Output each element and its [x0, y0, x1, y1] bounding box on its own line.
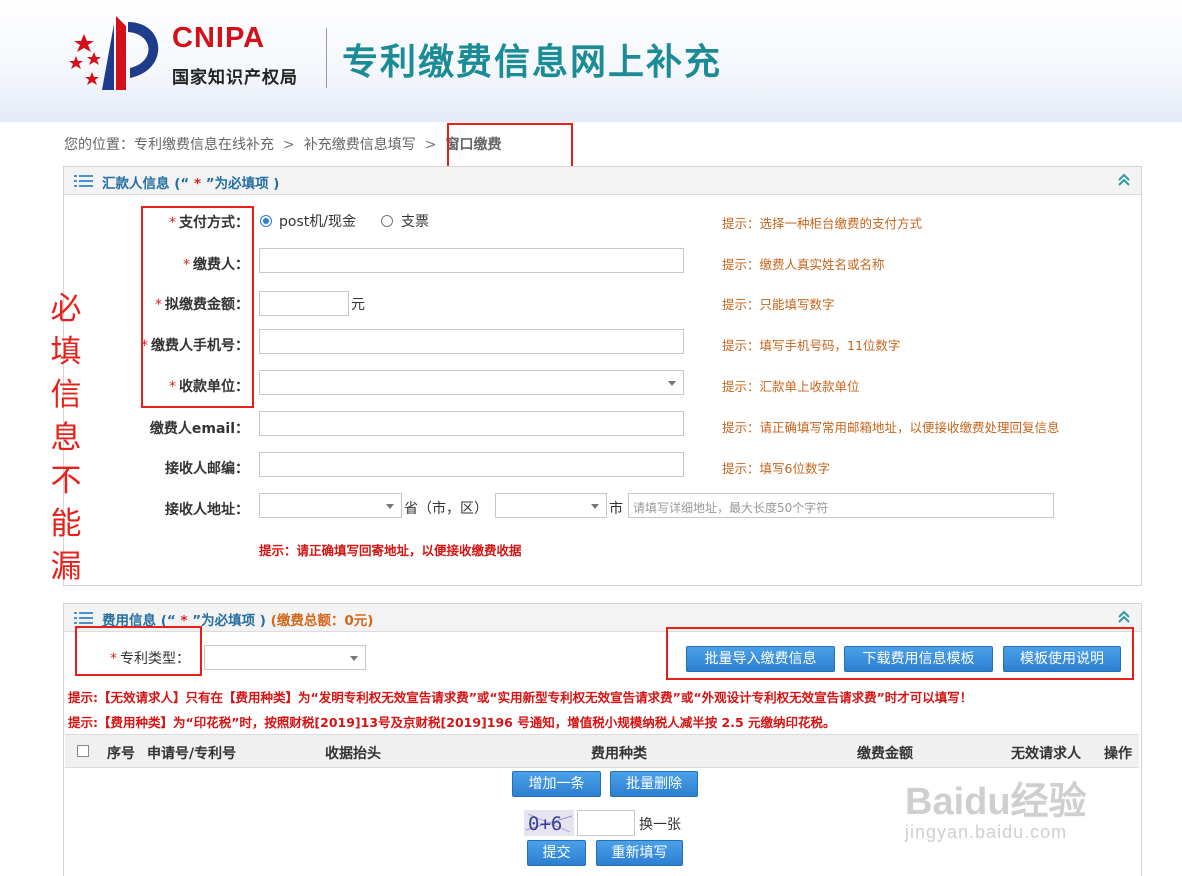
- remitter-panel-header: 汇款人信息 (“ * ”为必填项 ): [64, 167, 1141, 195]
- col-receipt-title: 收据抬头: [325, 746, 381, 762]
- site-header: CNIPA 国家知识产权局 专利缴费信息网上补充: [0, 0, 1182, 122]
- add-row-button[interactable]: 增加一条: [512, 771, 601, 797]
- captcha-text: 0+6: [528, 813, 562, 835]
- annotation-required-note: 必填信息不能漏: [50, 291, 82, 585]
- city-select[interactable]: [495, 493, 607, 518]
- header-divider: [326, 28, 327, 88]
- payment-method-hint: 提示：选择一种柜台缴费的支付方式: [722, 216, 923, 231]
- phone-hint: 提示：填写手机号码，11位数字: [722, 338, 901, 353]
- radio-post-cash-label[interactable]: post机/现金: [279, 211, 356, 231]
- watermark-brand: Baidu经验: [905, 781, 1087, 823]
- collapse-up-icon[interactable]: [1117, 610, 1131, 624]
- note-invalid-requester: 提示:【无效请求人】只有在【费用种类】为“发明专利权无效宣告请求费”或“实用新型…: [68, 690, 973, 705]
- col-index: 序号: [107, 746, 135, 762]
- list-icon: [74, 612, 93, 624]
- annotation-box-required-fields: [141, 206, 254, 408]
- receiver-unit-select[interactable]: [259, 370, 684, 395]
- zip-hint: 提示：填写6位数字: [722, 461, 830, 476]
- province-select[interactable]: [259, 493, 402, 518]
- captcha-input[interactable]: [577, 810, 635, 836]
- fee-total: (缴费总额：0元): [270, 613, 374, 629]
- breadcrumb-separator: >: [283, 137, 295, 153]
- zip-label: 接收人邮编：: [165, 461, 249, 477]
- fee-table-header: 序号 申请号/专利号 收据抬头 费用种类 缴费金额 无效请求人 操作: [65, 734, 1139, 768]
- radio-post-cash[interactable]: [260, 215, 272, 227]
- address-note: 提示：请正确填写回寄地址，以便接收缴费收据: [259, 543, 522, 558]
- patent-type-select[interactable]: [204, 645, 366, 670]
- col-app-number: 申请号/专利号: [147, 746, 237, 762]
- annotation-box-breadcrumb: [447, 123, 573, 169]
- radio-check[interactable]: [381, 215, 393, 227]
- collapse-up-icon[interactable]: [1117, 173, 1131, 187]
- breadcrumb-item-fill-info[interactable]: 补充缴费信息填写: [304, 137, 416, 153]
- province-suffix: 省（市，区）: [404, 501, 488, 517]
- site-title: 专利缴费信息网上补充: [342, 42, 723, 83]
- address-detail-input[interactable]: 请填写详细地址，最大长度50个字符: [628, 493, 1054, 518]
- email-input[interactable]: [259, 411, 684, 436]
- note-stamp-duty: 提示:【费用种类】为“印花税”时，按照财税[2019]13号及京财税[2019]…: [68, 715, 836, 730]
- receiver-unit-hint: 提示：汇款单上收款单位: [722, 379, 860, 394]
- submit-button[interactable]: 提交: [527, 840, 586, 866]
- amount-unit: 元: [351, 297, 365, 313]
- chevron-down-icon: [668, 381, 676, 386]
- chevron-down-icon: [591, 504, 599, 509]
- breadcrumb-separator: >: [424, 137, 437, 153]
- reset-button[interactable]: 重新填写: [596, 840, 683, 866]
- brand-subtitle: 国家知识产权局: [172, 68, 298, 88]
- list-icon: [74, 175, 93, 187]
- amount-hint: 提示：只能填写数字: [722, 297, 835, 312]
- watermark-url: jingyan.baidu.com: [905, 822, 1068, 842]
- col-invalid-requester: 无效请求人: [1011, 746, 1081, 762]
- annotation-box-buttons: [666, 627, 1134, 680]
- payer-input[interactable]: [259, 248, 684, 273]
- city-suffix: 市: [609, 501, 623, 517]
- col-fee-type: 费用种类: [591, 746, 647, 762]
- brand-name: CNIPA: [172, 22, 266, 54]
- breadcrumb-item-online-supplement[interactable]: 专利缴费信息在线补充: [134, 137, 274, 153]
- captcha-image: 0+6: [524, 810, 574, 836]
- zip-input[interactable]: [259, 452, 684, 477]
- cnipa-logo-icon: [69, 16, 159, 90]
- radio-check-label[interactable]: 支票: [401, 211, 429, 231]
- payer-hint: 提示：缴费人真实姓名或名称: [722, 257, 885, 272]
- email-label: 缴费人email：: [149, 421, 249, 437]
- amount-input[interactable]: [259, 291, 349, 316]
- captcha-noise-icon: 0+6: [525, 813, 573, 835]
- email-hint: 提示：请正确填写常用邮箱地址，以便接收缴费处理回复信息: [722, 420, 1060, 435]
- remitter-panel-title: 汇款人信息 (“ * ”为必填项 ): [102, 176, 280, 192]
- batch-delete-button[interactable]: 批量删除: [610, 771, 698, 797]
- chevron-down-icon: [350, 656, 358, 661]
- select-all-checkbox[interactable]: [77, 745, 89, 757]
- watermark: Baidu经验 jingyan.baidu.com: [905, 770, 1145, 850]
- breadcrumb-prefix: 您的位置：: [64, 137, 134, 153]
- captcha-refresh-link[interactable]: 换一张: [639, 814, 681, 834]
- phone-input[interactable]: [259, 329, 684, 354]
- address-label: 接收人地址：: [165, 502, 249, 518]
- annotation-box-patent-type: [75, 626, 202, 676]
- breadcrumb: 您的位置：专利缴费信息在线补充 > 补充缴费信息填写 > 窗口缴费: [64, 134, 501, 154]
- chevron-down-icon: [386, 504, 394, 509]
- col-amount: 缴费金额: [857, 746, 913, 762]
- col-actions: 操作: [1104, 746, 1132, 762]
